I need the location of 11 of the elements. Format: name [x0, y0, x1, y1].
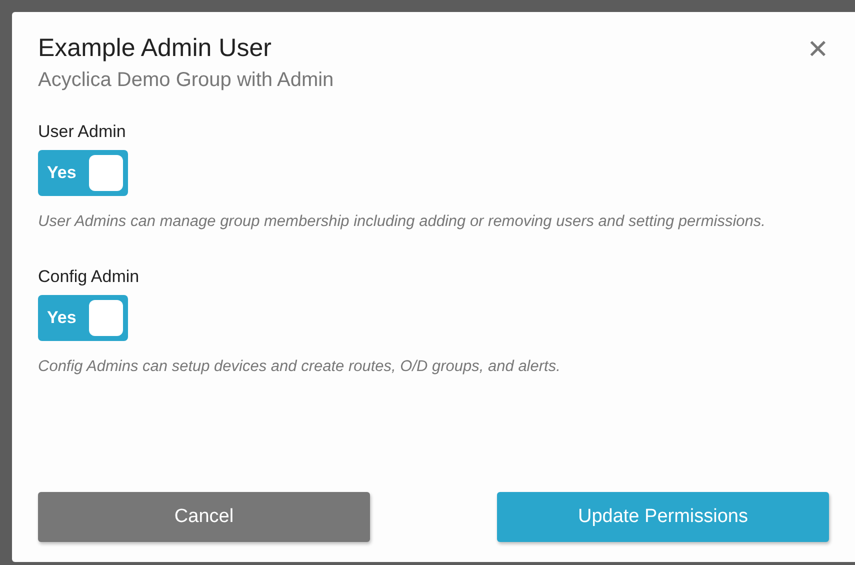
toggle-switch[interactable]: Yes	[38, 295, 128, 341]
toggle-switch[interactable]: Yes	[38, 150, 128, 196]
setting-label: Config Admin	[38, 267, 140, 287]
setting-description: Config Admins can setup devices and create routes, O/D groups, and alerts.	[38, 357, 560, 377]
dialog-subtitle: Acyclica Demo Group with Admin	[38, 69, 334, 92]
setting-label: User Admin	[38, 122, 126, 142]
setting-description: User Admins can manage group membership including adding or removing users and setting permissions.	[38, 212, 766, 232]
close-button[interactable]: ✕	[807, 36, 829, 62]
dialog-title: Example Admin User	[38, 34, 272, 63]
cancel-button[interactable]: Cancel	[38, 492, 370, 542]
update-button[interactable]: Update Permissions	[497, 492, 829, 542]
